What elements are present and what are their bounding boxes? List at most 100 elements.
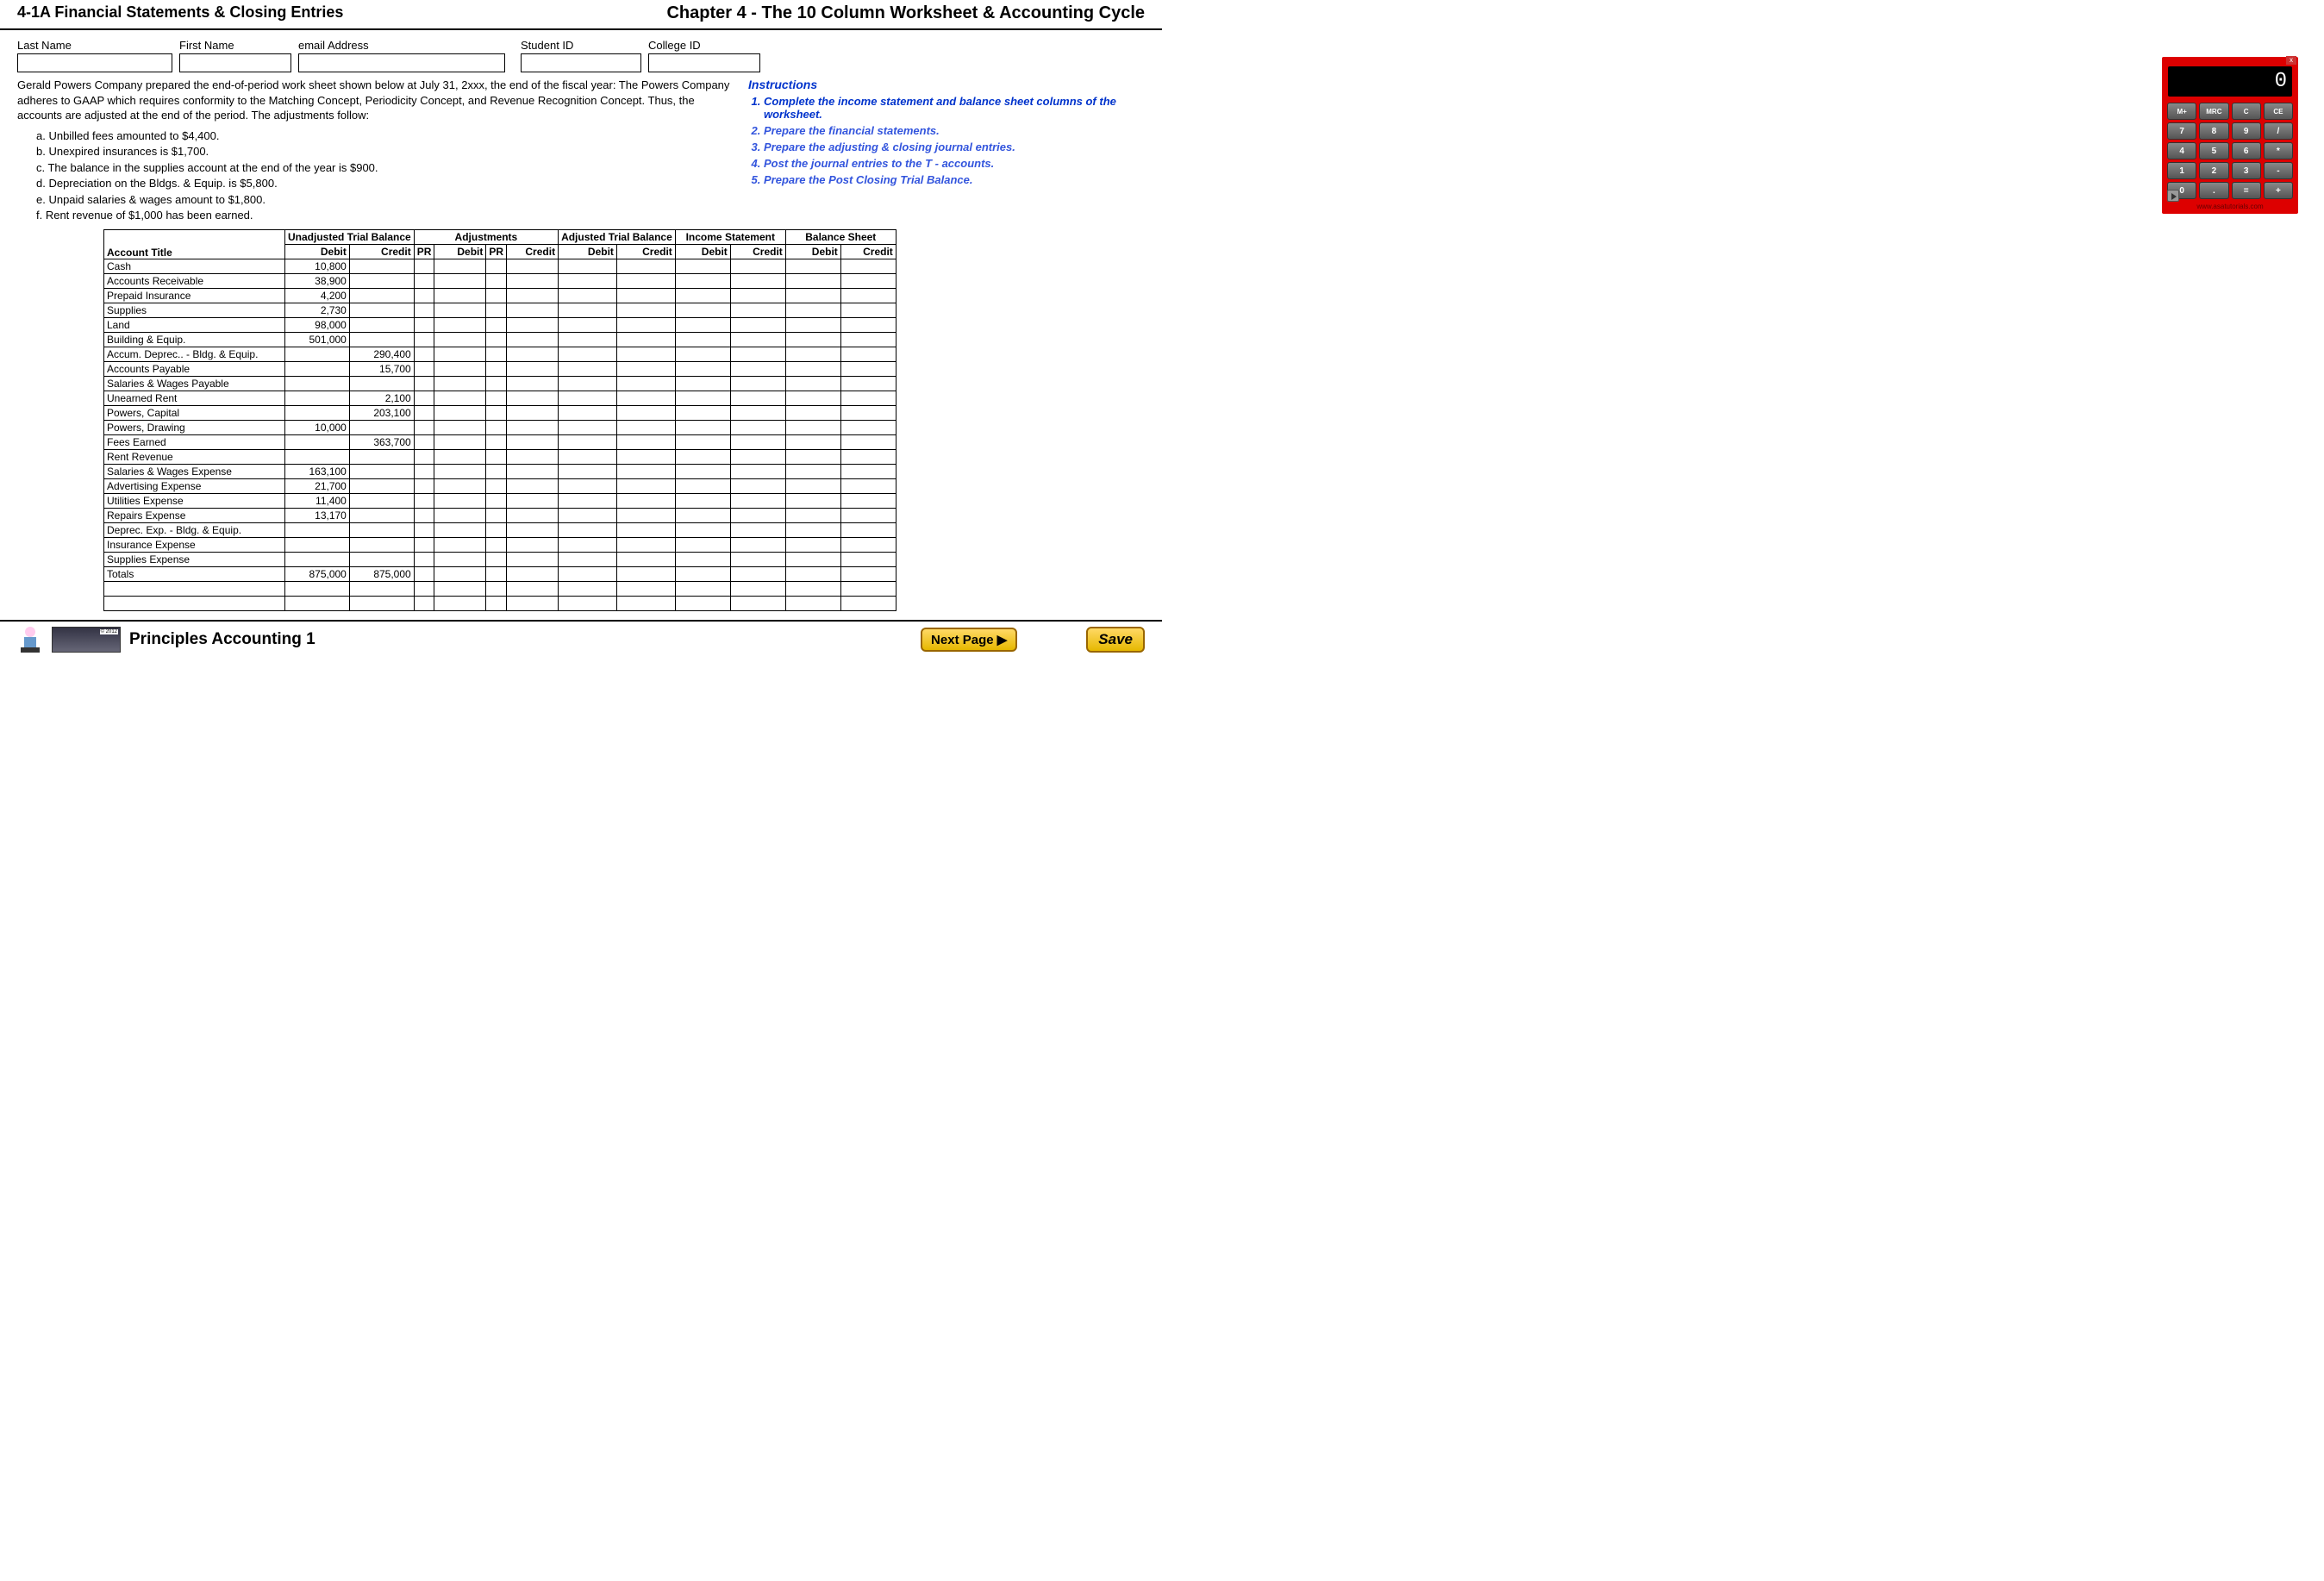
- atb-credit-cell[interactable]: [616, 376, 675, 391]
- bs-debit-cell[interactable]: [785, 347, 840, 361]
- adj-credit-cell[interactable]: [507, 508, 559, 522]
- adj-debit-cell[interactable]: [434, 347, 486, 361]
- bs-debit-cell[interactable]: [785, 405, 840, 420]
- bs-debit-cell[interactable]: [785, 537, 840, 552]
- bs-debit-cell[interactable]: [785, 566, 840, 581]
- atb-debit-cell[interactable]: [559, 566, 617, 581]
- calc-button-2[interactable]: 2: [2199, 162, 2228, 179]
- adj-pr1-cell[interactable]: [414, 537, 434, 552]
- is-credit-cell[interactable]: [730, 376, 785, 391]
- blank-cell[interactable]: [675, 596, 730, 610]
- is-credit-cell[interactable]: [730, 478, 785, 493]
- is-debit-cell[interactable]: [675, 391, 730, 405]
- adj-credit-cell[interactable]: [507, 376, 559, 391]
- atb-credit-cell[interactable]: [616, 566, 675, 581]
- atb-debit-cell[interactable]: [559, 391, 617, 405]
- atb-debit-cell[interactable]: [559, 405, 617, 420]
- bs-credit-cell[interactable]: [840, 405, 896, 420]
- atb-debit-cell[interactable]: [559, 464, 617, 478]
- is-credit-cell[interactable]: [730, 405, 785, 420]
- is-credit-cell[interactable]: [730, 522, 785, 537]
- adj-credit-cell[interactable]: [507, 259, 559, 273]
- is-debit-cell[interactable]: [675, 522, 730, 537]
- adj-credit-cell[interactable]: [507, 464, 559, 478]
- is-debit-cell[interactable]: [675, 508, 730, 522]
- is-credit-cell[interactable]: [730, 259, 785, 273]
- adj-debit-cell[interactable]: [434, 522, 486, 537]
- is-credit-cell[interactable]: [730, 303, 785, 317]
- adj-pr2-cell[interactable]: [486, 434, 507, 449]
- adj-pr2-cell[interactable]: [486, 449, 507, 464]
- adj-pr2-cell[interactable]: [486, 464, 507, 478]
- bs-credit-cell[interactable]: [840, 259, 896, 273]
- adj-debit-cell[interactable]: [434, 273, 486, 288]
- bs-credit-cell[interactable]: [840, 391, 896, 405]
- bs-credit-cell[interactable]: [840, 376, 896, 391]
- is-credit-cell[interactable]: [730, 288, 785, 303]
- atb-credit-cell[interactable]: [616, 552, 675, 566]
- blank-cell[interactable]: [559, 581, 617, 596]
- atb-credit-cell[interactable]: [616, 449, 675, 464]
- atb-debit-cell[interactable]: [559, 552, 617, 566]
- adj-debit-cell[interactable]: [434, 434, 486, 449]
- adj-credit-cell[interactable]: [507, 493, 559, 508]
- calculator-close-icon[interactable]: x: [2286, 56, 2296, 65]
- blank-cell[interactable]: [507, 581, 559, 596]
- bs-credit-cell[interactable]: [840, 552, 896, 566]
- bs-credit-cell[interactable]: [840, 332, 896, 347]
- adj-credit-cell[interactable]: [507, 522, 559, 537]
- save-button[interactable]: Save: [1086, 627, 1145, 653]
- blank-cell[interactable]: [675, 581, 730, 596]
- adj-pr1-cell[interactable]: [414, 317, 434, 332]
- blank-cell[interactable]: [840, 581, 896, 596]
- bs-debit-cell[interactable]: [785, 288, 840, 303]
- adj-pr1-cell[interactable]: [414, 405, 434, 420]
- calc-button-CE[interactable]: CE: [2264, 103, 2293, 120]
- adj-pr1-cell[interactable]: [414, 478, 434, 493]
- is-debit-cell[interactable]: [675, 478, 730, 493]
- is-debit-cell[interactable]: [675, 347, 730, 361]
- is-debit-cell[interactable]: [675, 259, 730, 273]
- bs-debit-cell[interactable]: [785, 449, 840, 464]
- adj-pr1-cell[interactable]: [414, 273, 434, 288]
- blank-cell[interactable]: [414, 581, 434, 596]
- bs-debit-cell[interactable]: [785, 391, 840, 405]
- adj-credit-cell[interactable]: [507, 303, 559, 317]
- adj-pr2-cell[interactable]: [486, 361, 507, 376]
- blank-cell[interactable]: [486, 596, 507, 610]
- adj-debit-cell[interactable]: [434, 391, 486, 405]
- atb-debit-cell[interactable]: [559, 317, 617, 332]
- adj-credit-cell[interactable]: [507, 449, 559, 464]
- is-debit-cell[interactable]: [675, 361, 730, 376]
- adj-credit-cell[interactable]: [507, 391, 559, 405]
- adj-pr1-cell[interactable]: [414, 347, 434, 361]
- bs-debit-cell[interactable]: [785, 493, 840, 508]
- adj-debit-cell[interactable]: [434, 478, 486, 493]
- calc-button-C[interactable]: C: [2232, 103, 2261, 120]
- bs-debit-cell[interactable]: [785, 376, 840, 391]
- adj-pr1-cell[interactable]: [414, 376, 434, 391]
- is-credit-cell[interactable]: [730, 332, 785, 347]
- adj-debit-cell[interactable]: [434, 464, 486, 478]
- adj-pr1-cell[interactable]: [414, 391, 434, 405]
- atb-debit-cell[interactable]: [559, 288, 617, 303]
- calc-button-x[interactable]: +: [2264, 182, 2293, 199]
- blank-cell[interactable]: [486, 581, 507, 596]
- adj-debit-cell[interactable]: [434, 376, 486, 391]
- is-debit-cell[interactable]: [675, 566, 730, 581]
- is-credit-cell[interactable]: [730, 464, 785, 478]
- adj-credit-cell[interactable]: [507, 434, 559, 449]
- is-credit-cell[interactable]: [730, 493, 785, 508]
- blank-cell[interactable]: [434, 581, 486, 596]
- is-debit-cell[interactable]: [675, 449, 730, 464]
- atb-credit-cell[interactable]: [616, 493, 675, 508]
- atb-debit-cell[interactable]: [559, 537, 617, 552]
- bs-credit-cell[interactable]: [840, 420, 896, 434]
- bs-credit-cell[interactable]: [840, 361, 896, 376]
- blank-cell[interactable]: [559, 596, 617, 610]
- adj-pr2-cell[interactable]: [486, 508, 507, 522]
- is-debit-cell[interactable]: [675, 405, 730, 420]
- is-debit-cell[interactable]: [675, 537, 730, 552]
- adj-pr2-cell[interactable]: [486, 259, 507, 273]
- is-credit-cell[interactable]: [730, 508, 785, 522]
